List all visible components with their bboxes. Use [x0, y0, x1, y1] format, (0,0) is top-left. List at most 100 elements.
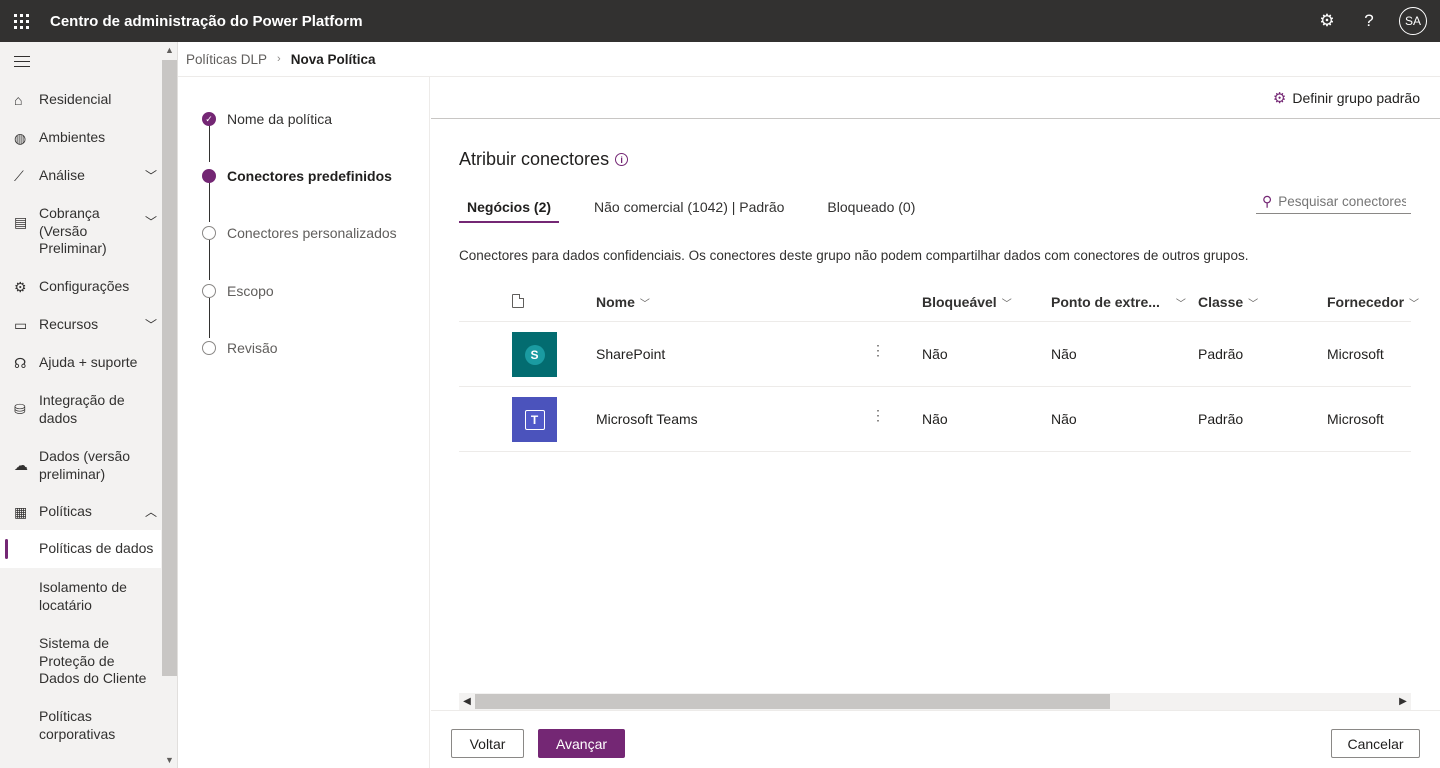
step-conectores-predefinidos[interactable]: Conectores predefinidos [202, 168, 392, 184]
sharepoint-icon: S [512, 332, 557, 377]
nav-item-configuracoes[interactable]: ⚙ Configurações [0, 278, 161, 296]
chevron-down-icon: ﹀ [1001, 298, 1012, 310]
column-header-class[interactable]: Classe ﹀ [1198, 294, 1258, 310]
more-options-icon[interactable]: ⋮ [871, 342, 885, 359]
column-label: Fornecedor [1327, 294, 1405, 310]
app-title[interactable]: Centro de administração do Power Platfor… [50, 13, 363, 30]
nav-item-label: Integração de dados [39, 392, 125, 426]
step-connector [209, 298, 210, 338]
pending-step-dot [202, 284, 216, 298]
nav-item-residencial[interactable]: ⌂ Residencial [0, 91, 161, 109]
step-revisao[interactable]: Revisão [202, 340, 278, 356]
tab-bloqueado[interactable]: Bloqueado (0) [819, 195, 923, 223]
scroll-down-arrow[interactable]: ▼ [161, 752, 178, 768]
nav-item-label: Residencial [39, 91, 112, 107]
scroll-up-arrow[interactable]: ▲ [161, 42, 178, 58]
chevron-down-icon: ﹀ [639, 298, 650, 310]
left-navigation: ⌂ Residencial ◍ Ambientes ⟋ Análise ﹀ ▤ … [0, 42, 161, 768]
waffle-icon [13, 13, 29, 29]
wizard-footer: Voltar Avançar Cancelar [431, 710, 1440, 768]
pending-step-dot [202, 341, 216, 355]
teams-icon-letter: T [524, 409, 545, 430]
table-row[interactable]: S SharePoint ⋮ Não Não Padrão Microsoft [459, 322, 1411, 387]
search-input[interactable] [1278, 193, 1407, 209]
nav-item-cobranca[interactable]: ▤ Cobrança (Versão Preliminar) ﹀ [0, 205, 161, 258]
pending-step-dot [202, 226, 216, 240]
nav-item-sistema-protecao[interactable]: Sistema de Proteção de Dados do Cliente [0, 635, 161, 688]
nav-item-label: Cobrança (Versão Preliminar) [39, 205, 107, 256]
chevron-down-icon: ﹀ [144, 215, 157, 229]
set-default-group-button[interactable]: ⚙ Definir grupo padrão [1273, 89, 1420, 107]
nav-item-analise[interactable]: ⟋ Análise ﹀ [0, 167, 161, 185]
account-button[interactable]: SA [1390, 0, 1432, 42]
step-nome-politica[interactable]: ✓ Nome da política [202, 111, 332, 127]
publisher-value: Microsoft [1327, 411, 1384, 427]
column-header-name[interactable]: Nome ﹀ [596, 294, 650, 310]
step-label: Nome da política [227, 111, 333, 127]
step-label: Escopo [227, 283, 274, 299]
info-icon[interactable]: i [615, 153, 629, 166]
step-label: Conectores personalizados [227, 225, 397, 241]
top-bar: Centro de administração do Power Platfor… [0, 0, 1440, 42]
column-header-publisher[interactable]: Fornecedor ﹀ [1327, 294, 1419, 310]
tab-negocios[interactable]: Negócios (2) [459, 195, 560, 223]
billing-icon: ▤ [14, 214, 28, 230]
connectors-table: Nome ﹀ Bloqueável ﹀ Ponto de extre... ﹀ Cla… [459, 283, 1419, 452]
headset-icon: ☊ [14, 355, 27, 371]
current-step-dot [202, 169, 216, 183]
teams-icon: T [512, 397, 557, 442]
help-button[interactable]: ? [1348, 0, 1390, 42]
nav-scrollbar[interactable]: ▲ ▼ [161, 42, 178, 768]
nav-item-label: Políticas corporativas [39, 708, 116, 742]
column-header-endpoint[interactable]: Ponto de extre... ﹀ [1051, 294, 1186, 310]
nav-item-label: Configurações [39, 278, 130, 294]
app-launcher-button[interactable] [0, 0, 42, 42]
nav-item-label: Sistema de Proteção de Dados do Cliente [39, 635, 147, 686]
step-escopo[interactable]: Escopo [202, 283, 274, 299]
nav-item-politicas-de-dados[interactable]: Políticas de dados [0, 530, 161, 568]
command-label: Definir grupo padrão [1292, 90, 1420, 106]
endpoint-value: Não [1051, 411, 1077, 427]
cancel-button[interactable]: Cancelar [1331, 729, 1420, 758]
scroll-left-arrow[interactable]: ◀ [459, 693, 475, 710]
step-conectores-personalizados[interactable]: Conectores personalizados [202, 225, 397, 241]
nav-item-isolamento[interactable]: Isolamento de locatário [0, 579, 161, 614]
hamburger-icon[interactable] [14, 56, 30, 71]
blockable-value: Não [922, 411, 948, 427]
scroll-right-arrow[interactable]: ▶ [1395, 693, 1411, 710]
scroll-thumb[interactable] [162, 60, 177, 676]
column-header-blockable[interactable]: Bloqueável ﹀ [922, 294, 1012, 310]
nav-item-ajuda[interactable]: ☊ Ajuda + suporte [0, 354, 161, 372]
chevron-down-icon: ﹀ [144, 169, 157, 183]
breadcrumb-parent[interactable]: Políticas DLP [186, 52, 267, 67]
nav-item-integracao[interactable]: ⛁ Integração de dados [0, 392, 161, 427]
nav-item-dados[interactable]: ☁ Dados (versão preliminar) [0, 448, 161, 483]
nav-item-politicas[interactable]: ▦ Políticas ︿ [0, 503, 161, 521]
cloud-icon: ☁ [14, 457, 28, 473]
column-label: Nome [596, 294, 635, 310]
class-value: Padrão [1198, 346, 1244, 362]
checkmark-icon: ✓ [202, 112, 216, 126]
blockable-value: Não [922, 346, 948, 362]
step-label: Revisão [227, 340, 278, 356]
nav-item-label: Análise [39, 167, 85, 183]
settings-button[interactable]: ⚙ [1306, 0, 1348, 42]
table-header: Nome ﹀ Bloqueável ﹀ Ponto de extre... ﹀ Cla… [459, 283, 1419, 322]
back-button[interactable]: Voltar [451, 729, 524, 758]
step-label: Conectores predefinidos [227, 168, 392, 184]
more-options-icon[interactable]: ⋮ [871, 407, 885, 424]
wizard-stepper: ✓ Nome da política Conectores predefinid… [178, 77, 430, 768]
nav-item-politicas-corporativas[interactable]: Políticas corporativas [0, 708, 161, 743]
connector-name[interactable]: Microsoft Teams [596, 411, 698, 427]
nav-item-recursos[interactable]: ▭ Recursos ﹀ [0, 316, 161, 334]
table-row[interactable]: T Microsoft Teams ⋮ Não Não Padrão Micro… [459, 387, 1411, 452]
section-title-text: Atribuir conectores [459, 149, 610, 169]
search-box[interactable]: ⚲ [1256, 189, 1411, 214]
tab-nao-comercial[interactable]: Não comercial (1042) | Padrão [586, 195, 792, 223]
horizontal-scrollbar[interactable]: ◀ ▶ [459, 693, 1411, 710]
chevron-down-icon: ﹀ [1175, 298, 1186, 310]
nav-item-ambientes[interactable]: ◍ Ambientes [0, 129, 161, 147]
next-button[interactable]: Avançar [538, 729, 625, 758]
scroll-thumb[interactable] [475, 694, 1110, 709]
connector-name[interactable]: SharePoint [596, 346, 665, 362]
